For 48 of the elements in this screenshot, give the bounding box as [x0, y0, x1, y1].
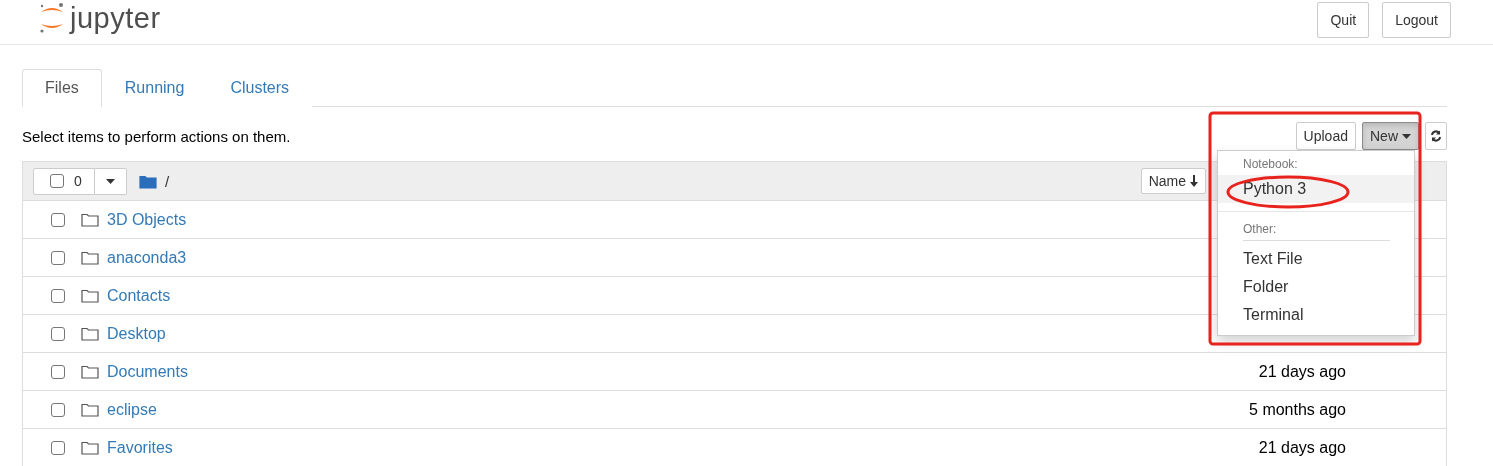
caret-icon — [106, 178, 115, 184]
upload-button[interactable]: Upload — [1295, 122, 1356, 150]
folder-icon — [139, 173, 157, 189]
row-checkbox[interactable] — [51, 402, 65, 417]
select-menu-button[interactable] — [95, 167, 127, 195]
sort-arrow-icon — [1190, 175, 1198, 187]
tab[interactable]: Files — [22, 69, 102, 107]
folder-link[interactable]: Contacts — [107, 286, 171, 305]
menu-header: Other: — [1242, 221, 1278, 238]
folder-icon — [81, 440, 99, 455]
new-button[interactable]: New — [1362, 122, 1419, 150]
path-text: / — [165, 172, 170, 190]
modified-time: 21 days ago — [1258, 362, 1346, 381]
row-checkbox[interactable] — [51, 250, 65, 265]
row-checkbox[interactable] — [51, 288, 65, 303]
quit-button[interactable]: Quit — [1317, 2, 1370, 38]
folder-link[interactable]: eclipse — [107, 400, 157, 419]
folder-link[interactable]: Favorites — [107, 438, 173, 457]
folder-icon — [81, 250, 99, 265]
sort-name-button[interactable]: Name — [1140, 168, 1206, 194]
hint-text: Select items to perform actions on them. — [22, 127, 291, 145]
menu-item[interactable]: Terminal — [1218, 301, 1414, 329]
row-checkbox[interactable] — [51, 440, 65, 455]
refresh-button[interactable] — [1425, 122, 1447, 150]
logo-text: jupyter — [70, 1, 161, 35]
folder-link[interactable]: 3D Objects — [107, 210, 187, 229]
menu-header: Notebook: — [1242, 156, 1299, 173]
modified-time: 21 days ago — [1258, 438, 1346, 457]
select-all-control[interactable]: 0 — [33, 167, 95, 195]
folder-link[interactable]: Documents — [107, 362, 188, 381]
menu-item[interactable]: Python 3 — [1218, 175, 1414, 203]
row-checkbox[interactable] — [51, 326, 65, 341]
menu-item[interactable]: Folder — [1218, 273, 1414, 301]
folder-icon — [81, 326, 99, 341]
menu-item[interactable]: Text File — [1218, 245, 1414, 273]
caret-icon — [1402, 133, 1411, 139]
refresh-icon — [1430, 130, 1442, 142]
folder-icon — [81, 402, 99, 417]
folder-icon — [81, 364, 99, 379]
logo-icon — [38, 2, 66, 34]
logout-button[interactable]: Logout — [1382, 2, 1451, 38]
folder-link[interactable]: anaconda3 — [107, 248, 187, 267]
folder-icon — [81, 212, 99, 227]
modified-time: 5 months ago — [1249, 400, 1346, 419]
folder-icon — [81, 288, 99, 303]
row-checkbox[interactable] — [51, 364, 65, 379]
row-checkbox[interactable] — [51, 212, 65, 227]
folder-link[interactable]: Desktop — [107, 324, 166, 343]
